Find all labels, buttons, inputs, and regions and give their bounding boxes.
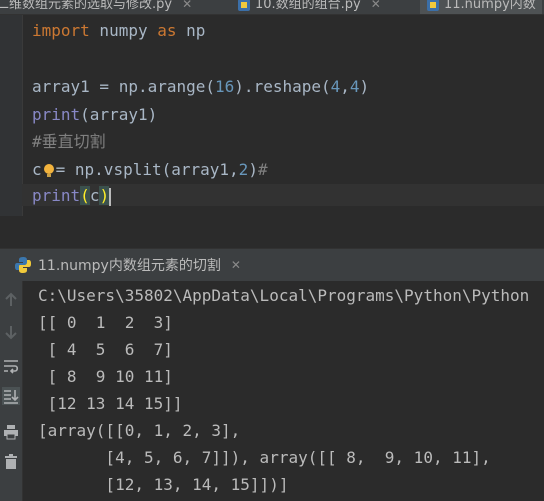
panel-divider[interactable] (0, 216, 544, 248)
run-toolbar (0, 281, 23, 501)
tab-label: 二维数组元素的选取与修改.py (0, 0, 173, 12)
run-tab-label: 11.numpy内数组元素的切割 (38, 258, 221, 274)
editor-tab-bar: 二维数组元素的选取与修改.py ✕ 10.数组的组合.py ✕ 11.numpy… (0, 0, 544, 15)
bracket-token: ( (80, 186, 90, 205)
code-token: ).reshape( (234, 77, 331, 96)
code-line[interactable]: import numpy as np (32, 20, 205, 42)
editor-gutter (0, 15, 23, 216)
code-token: ) (248, 160, 258, 179)
comment-token: # (257, 160, 268, 179)
up-arrow-icon[interactable] (2, 291, 20, 309)
close-icon[interactable]: ✕ (231, 258, 241, 272)
python-file-icon (238, 0, 250, 11)
run-tab[interactable]: 11.numpy内数组元素的切割 ✕ (14, 249, 241, 281)
comment-token: #垂直切割 (32, 132, 106, 151)
tab-file-2[interactable]: 10.数组的组合.py ✕ (237, 0, 381, 14)
code-token: c (89, 186, 100, 205)
console-line: [4, 5, 6, 7]]), array([[ 8, 9, 10, 11], (38, 448, 491, 467)
python-file-icon (15, 257, 31, 273)
code-token: array1 = np.arange( (32, 77, 216, 96)
tab-file-1[interactable]: 二维数组元素的选取与修改.py ✕ (0, 0, 192, 14)
close-icon[interactable]: ✕ (182, 0, 192, 14)
print-icon[interactable] (2, 423, 20, 441)
console-line: [12, 13, 14, 15]])] (38, 475, 289, 494)
code-editor[interactable]: import numpy as np array1 = np.arange(16)… (0, 15, 544, 216)
run-panel-header: 11.numpy内数组元素的切割 ✕ (0, 248, 544, 281)
code-line[interactable]: print(array1) (32, 104, 157, 126)
number-token: 4 (330, 77, 341, 96)
number-token: 16 (215, 77, 235, 96)
builtin-token: print (32, 186, 81, 205)
code-token: , (340, 77, 350, 96)
code-line[interactable]: print(c) (32, 185, 112, 207)
code-token: numpy (89, 21, 158, 40)
code-line[interactable]: #垂直切割 (32, 131, 106, 153)
code-token: (array1) (80, 105, 158, 124)
code-token: c (32, 160, 42, 179)
soft-wrap-icon[interactable] (2, 357, 20, 375)
down-arrow-icon[interactable] (2, 323, 20, 341)
code-token: = np.vsplit(array1, (55, 160, 239, 179)
close-icon[interactable]: ✕ (371, 0, 381, 14)
text-caret (109, 187, 112, 206)
keyword-token: as (157, 21, 177, 40)
code-token: np (176, 21, 206, 40)
number-token: 4 (349, 77, 360, 96)
bracket-token: ) (99, 186, 110, 205)
trash-icon[interactable] (2, 453, 20, 471)
console-line: [12 13 14 15]] (38, 394, 183, 413)
code-line[interactable]: array1 = np.arange(16).reshape(4,4) (32, 76, 369, 98)
tab-file-3[interactable]: 11.numpy内数 (420, 0, 542, 14)
console-line: [[ 0 1 2 3] (38, 313, 173, 332)
code-line[interactable]: c = np.vsplit(array1,2)# (32, 159, 268, 181)
python-file-icon (427, 0, 439, 11)
tab-label: 11.numpy内数 (444, 0, 536, 12)
tab-label: 10.数组的组合.py (255, 0, 361, 12)
console-line: C:\Users\35802\AppData\Local\Programs\Py… (38, 286, 530, 305)
number-token: 2 (238, 160, 249, 179)
keyword-token: import (32, 21, 90, 40)
console-line: [array([[0, 1, 2, 3], (38, 421, 241, 440)
code-token: ) (359, 77, 370, 96)
builtin-token: print (32, 105, 81, 124)
scroll-to-end-icon[interactable] (2, 387, 20, 405)
console-line: [ 8 9 10 11] (38, 367, 173, 386)
lightbulb-icon[interactable] (42, 163, 56, 179)
console-line: [ 4 5 6 7] (38, 340, 173, 359)
